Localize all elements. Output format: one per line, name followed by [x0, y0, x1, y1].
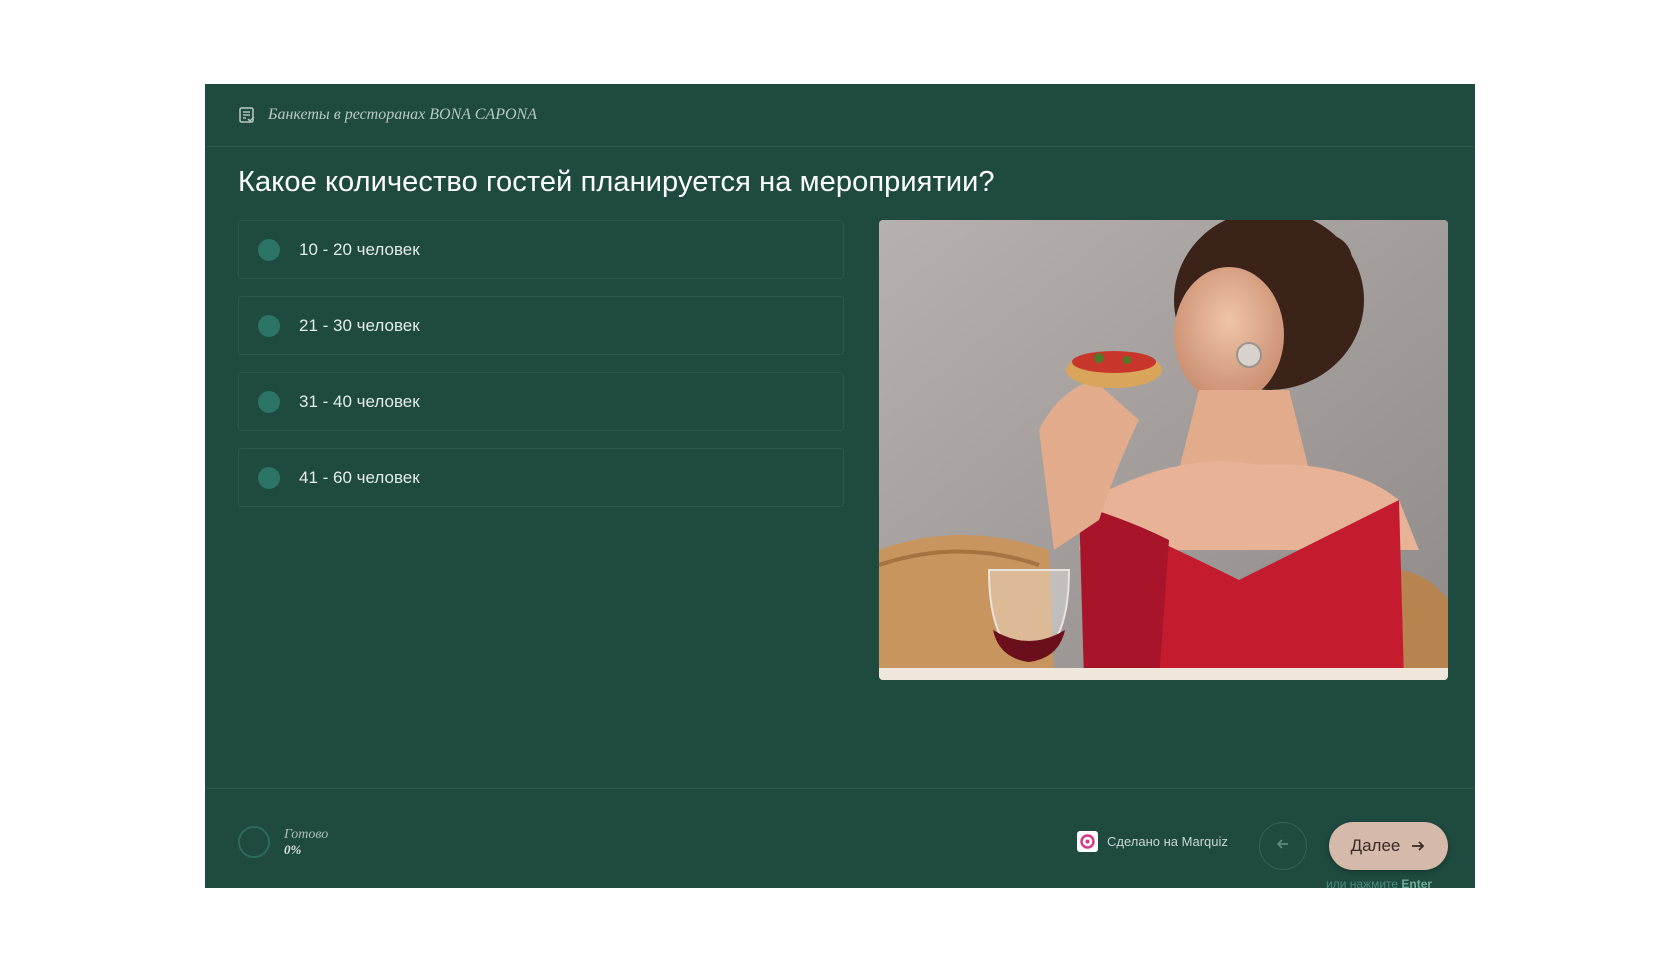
answer-option[interactable]: 41 - 60 человек [238, 448, 844, 507]
hint-key: Enter [1401, 877, 1433, 888]
radio-button[interactable] [258, 238, 280, 261]
quiz-footer: Готово 0% Сделано на Marquiz Далее или н… [205, 788, 1475, 888]
progress-value: 0% [284, 842, 302, 857]
question-text: Какое количество гостей планируется на м… [238, 166, 995, 198]
arrow-left-icon [1275, 836, 1291, 857]
progress-indicator: Готово 0% [238, 826, 328, 858]
made-with-label: Сделано на Marquiz [1107, 834, 1228, 849]
quiz-panel: Банкеты в ресторанах BONA CAPONA Какое к… [205, 84, 1475, 888]
next-button-label: Далее [1350, 836, 1401, 855]
answer-option[interactable]: 31 - 40 человек [238, 372, 844, 431]
quiz-title: Банкеты в ресторанах BONA CAPONA [268, 106, 537, 123]
answer-option[interactable]: 10 - 20 человек [238, 220, 844, 279]
arrow-right-icon [1410, 838, 1426, 854]
radio-button[interactable] [258, 390, 280, 413]
next-button[interactable]: Далее [1329, 822, 1448, 870]
made-with-marquiz-link[interactable]: Сделано на Marquiz [1077, 831, 1228, 852]
document-check-icon [238, 106, 256, 124]
enter-hint: или нажмите Enter [1326, 877, 1432, 888]
radio-button[interactable] [258, 466, 280, 489]
answer-label: 41 - 60 человек [299, 467, 420, 487]
radio-button[interactable] [258, 314, 280, 337]
top-bar: Банкеты в ресторанах BONA CAPONA [205, 84, 1475, 147]
answer-label: 21 - 30 человек [299, 315, 420, 335]
back-button[interactable] [1259, 822, 1307, 870]
question-image [879, 220, 1448, 680]
marquiz-logo-icon [1077, 831, 1098, 852]
answer-label: 31 - 40 человек [299, 391, 420, 411]
answer-label: 10 - 20 человек [299, 239, 420, 259]
progress-ring [238, 826, 270, 858]
hint-prefix: или нажмите [1326, 877, 1399, 888]
answer-option[interactable]: 21 - 30 человек [238, 296, 844, 355]
answer-options: 10 - 20 человек 21 - 30 человек 31 - 40 … [238, 220, 844, 524]
progress-label: Готово [284, 827, 329, 842]
